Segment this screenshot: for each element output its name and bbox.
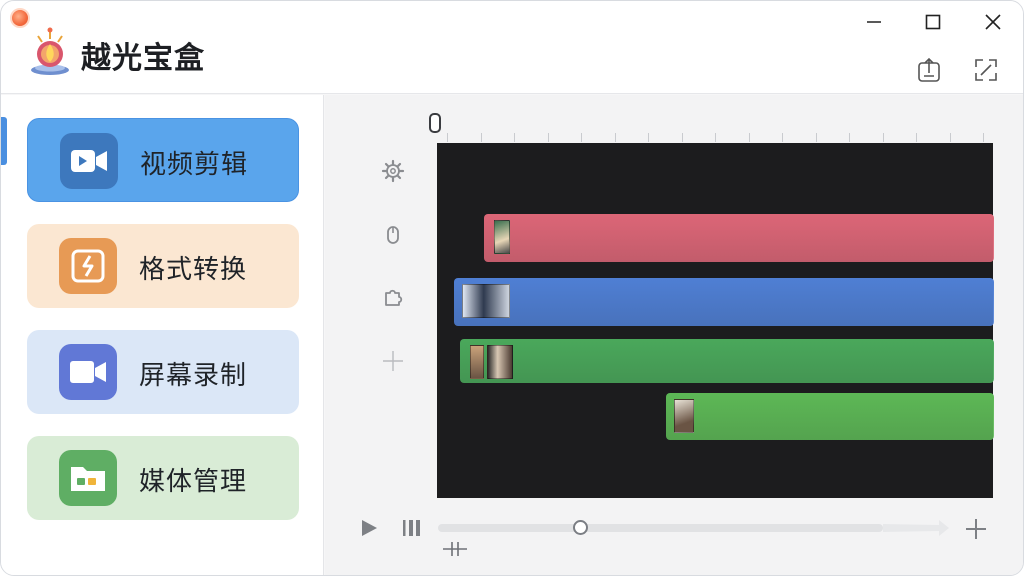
progress-arrow-icon <box>883 520 949 536</box>
plus-icon[interactable] <box>965 518 987 540</box>
editor-panel <box>325 95 1023 575</box>
ruler-tick <box>983 133 984 142</box>
ruler-tick <box>749 133 750 142</box>
ruler-tick <box>715 133 716 142</box>
clip-thumbnail <box>470 345 484 379</box>
blue-clip[interactable] <box>454 278 994 326</box>
sidebar-item-label: 屏幕录制 <box>139 361 248 391</box>
app-title: 越光宝盒 <box>81 41 205 76</box>
app-corner-icon <box>10 8 30 28</box>
play-icon[interactable] <box>359 518 379 538</box>
convert-icon <box>59 238 117 294</box>
minimize-icon <box>867 21 881 23</box>
progress-bar[interactable] <box>438 524 883 532</box>
ruler-tick <box>581 133 582 142</box>
ruler-tick <box>648 133 649 142</box>
folder-icon <box>59 450 117 506</box>
title-bar: 越光宝盒 <box>1 1 1023 94</box>
green-clip[interactable] <box>460 339 994 383</box>
playhead-handle[interactable] <box>429 113 441 133</box>
maximize-button[interactable] <box>920 9 946 35</box>
export-icon[interactable] <box>915 56 943 84</box>
ruler-tick <box>950 133 951 142</box>
sidebar-item-label: 视频剪辑 <box>140 150 249 180</box>
clip-thumbnail <box>462 284 510 318</box>
light-green-clip[interactable] <box>666 393 994 440</box>
playback-controls <box>325 505 1023 575</box>
ruler-tick <box>548 133 549 142</box>
timeline-canvas[interactable] <box>437 143 994 498</box>
progress-knob[interactable] <box>573 520 589 535</box>
close-button[interactable] <box>980 9 1006 35</box>
app-logo-icon <box>31 27 69 75</box>
pink-clip[interactable] <box>484 214 994 262</box>
sidebar-item-format-convert[interactable]: 格式转换 <box>27 224 299 308</box>
clip-thumbnail <box>487 345 513 379</box>
sidebar-item-label: 格式转换 <box>139 255 248 285</box>
ruler-tick <box>849 133 850 142</box>
gear-icon[interactable] <box>381 159 405 183</box>
sidebar-item-video-edit[interactable]: 视频剪辑 <box>27 118 299 202</box>
ruler-tick <box>682 133 683 142</box>
ruler-tick <box>447 133 448 142</box>
maximize-icon <box>925 14 941 30</box>
ruler-tick <box>883 133 884 142</box>
sidebar: 视频剪辑 格式转换 屏幕录制 媒体管理 <box>1 95 324 575</box>
app-window: 越光宝盒 视频剪辑 格式转换 屏幕录制 媒体管理 <box>0 0 1024 576</box>
ruler-tick <box>481 133 482 142</box>
sidebar-item-media-manage[interactable]: 媒体管理 <box>27 436 299 520</box>
video-camera-icon <box>60 133 118 189</box>
ruler-tick <box>916 133 917 142</box>
crosshair-icon[interactable] <box>381 349 405 373</box>
mouse-icon[interactable] <box>381 223 405 247</box>
pause-icon[interactable] <box>401 518 421 538</box>
clip-thumbnail <box>674 399 694 433</box>
minimize-button[interactable] <box>861 9 887 35</box>
clip-thumbnail <box>494 220 510 254</box>
puzzle-icon[interactable] <box>381 285 405 309</box>
ruler-tick <box>615 133 616 142</box>
split-icon[interactable] <box>442 539 468 559</box>
sidebar-item-screen-record[interactable]: 屏幕录制 <box>27 330 299 414</box>
ruler-tick <box>782 133 783 142</box>
ruler-tick <box>816 133 817 142</box>
sidebar-item-label: 媒体管理 <box>139 467 248 497</box>
active-indicator <box>1 117 7 165</box>
ruler-tick <box>514 133 515 142</box>
close-icon <box>985 14 1001 30</box>
record-icon <box>59 344 117 400</box>
fullscreen-icon[interactable] <box>972 56 1000 84</box>
